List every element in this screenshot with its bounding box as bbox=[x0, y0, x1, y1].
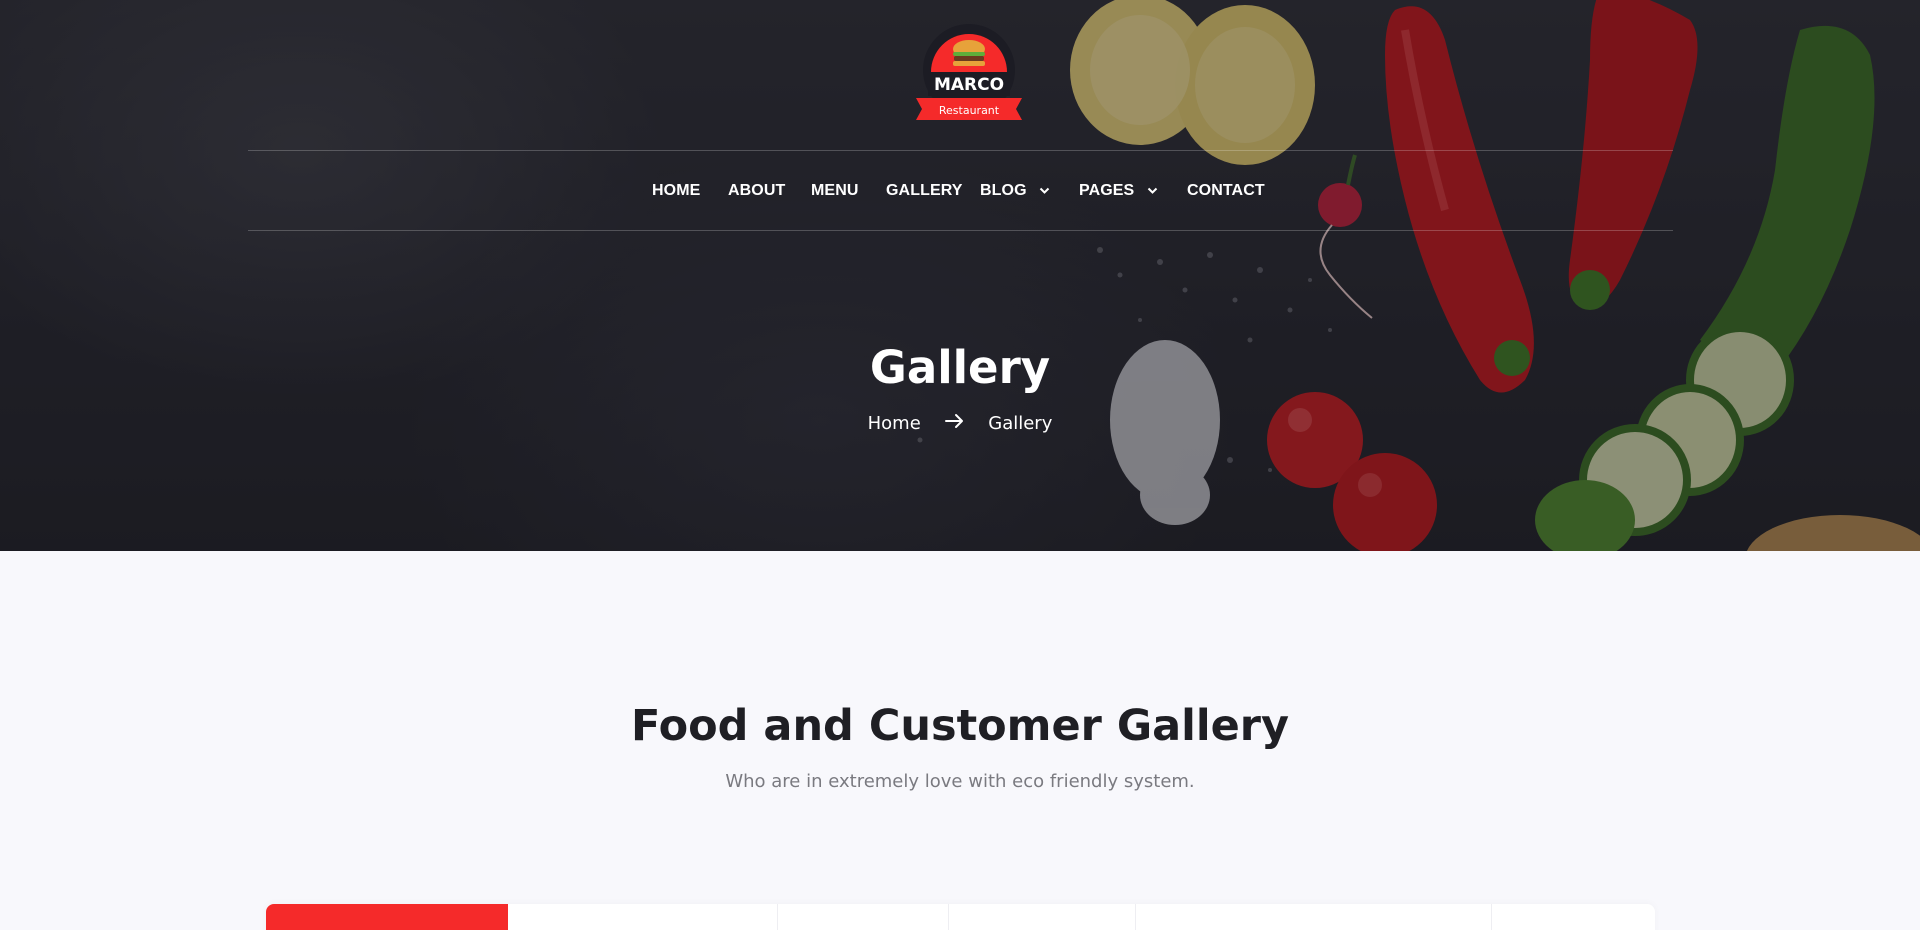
nav-top-divider bbox=[248, 150, 1673, 151]
nav-item-label: CONTACT bbox=[1187, 182, 1265, 199]
breadcrumb-home-link[interactable]: Home bbox=[868, 410, 921, 438]
hero-banner: MARCO Restaurant HOME ABOUT MENU GALLERY… bbox=[0, 0, 1920, 551]
gallery-filter-tab[interactable] bbox=[1492, 904, 1655, 930]
main-navigation: HOME ABOUT MENU GALLERY BLOG PAGES CONTA… bbox=[0, 176, 1920, 206]
nav-item-label: MENU bbox=[811, 182, 859, 199]
gallery-filter-tab[interactable] bbox=[949, 904, 1135, 930]
nav-item-label: ABOUT bbox=[728, 182, 786, 199]
nav-item-blog[interactable]: BLOG bbox=[980, 176, 1050, 206]
gallery-section-title: Food and Customer Gallery bbox=[630, 701, 1290, 751]
gallery-filter-tab[interactable] bbox=[1136, 904, 1491, 930]
nav-item-home[interactable]: HOME bbox=[652, 176, 700, 206]
chevron-down-icon bbox=[1147, 187, 1158, 194]
nav-item-gallery[interactable]: GALLERY bbox=[886, 176, 963, 206]
nav-item-about[interactable]: ABOUT bbox=[728, 176, 785, 206]
nav-item-label: BLOG bbox=[980, 182, 1027, 199]
nav-item-label: GALLERY bbox=[886, 182, 963, 199]
arrow-right-icon bbox=[944, 410, 965, 438]
nav-item-menu[interactable]: MENU bbox=[811, 176, 859, 206]
gallery-section-subtitle: Who are in extremely love with eco frien… bbox=[725, 771, 1195, 792]
brand-tagline: Restaurant bbox=[939, 104, 1000, 117]
nav-bottom-divider bbox=[248, 230, 1673, 231]
page-title: Gallery bbox=[869, 341, 1051, 394]
gallery-filter-tab-active[interactable] bbox=[266, 904, 508, 930]
gallery-filter-bar bbox=[266, 904, 1655, 930]
nav-item-label: HOME bbox=[652, 182, 701, 199]
brand-name: MARCO bbox=[934, 75, 1004, 95]
gallery-filter-tab[interactable] bbox=[778, 904, 948, 930]
nav-item-label: PAGES bbox=[1079, 182, 1135, 199]
nav-item-contact[interactable]: CONTACT bbox=[1187, 176, 1265, 206]
marco-restaurant-logo[interactable]: MARCO Restaurant bbox=[912, 22, 1026, 128]
breadcrumb-current: Gallery bbox=[988, 413, 1053, 434]
burger-icon bbox=[953, 40, 985, 66]
chevron-down-icon bbox=[1039, 187, 1050, 194]
breadcrumb: Home Gallery bbox=[0, 410, 1920, 438]
gallery-filter-tab[interactable] bbox=[508, 904, 777, 930]
nav-item-pages[interactable]: PAGES bbox=[1079, 176, 1158, 206]
